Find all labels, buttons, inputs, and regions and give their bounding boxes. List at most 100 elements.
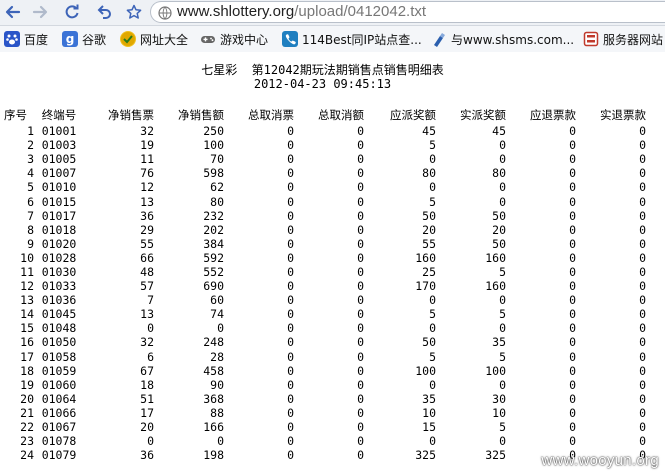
bookmark-baidu[interactable]: 百度 (4, 30, 48, 48)
table-cell: 0 (429, 377, 436, 392)
table-cell: 0 (499, 293, 506, 308)
table-cell: 22 (20, 420, 34, 435)
table-cell: 01036 (41, 293, 77, 308)
table-cell: 0 (357, 222, 364, 237)
table-cell: 0 (357, 420, 364, 435)
table-cell: 368 (203, 391, 224, 406)
table-cell: 0 (287, 166, 294, 181)
bookmark-game-center[interactable]: 游戏中心 (200, 30, 268, 48)
table-cell: 15 (20, 321, 34, 336)
browser-toolbar: www.shlottery.org/upload/0412042.txt (0, 0, 665, 26)
table-cell: 0 (357, 335, 364, 350)
table-cell: 5 (429, 307, 436, 322)
table-cell: 0 (287, 264, 294, 279)
table-cell: 0 (499, 138, 506, 153)
table-cell: 20 (20, 391, 34, 406)
baidu-paw-icon (4, 31, 20, 47)
column-header: 净销售额 (178, 107, 224, 122)
table-cell: 01066 (41, 405, 77, 420)
table-row: 20 01064 51 368 0 0 35 30 0 0 (4, 392, 646, 406)
url-text[interactable]: www.shlottery.org/upload/0412042.txt (177, 3, 426, 20)
table-cell: 0 (217, 321, 224, 336)
table-cell: 50 (492, 208, 506, 223)
back-arrow-icon[interactable] (3, 2, 23, 22)
table-row: 13 01036 7 60 0 0 0 0 0 0 (4, 293, 646, 307)
page-globe-icon (158, 5, 172, 20)
table-cell: 0 (287, 363, 294, 378)
phone-icon (282, 31, 298, 47)
table-cell: 17 (140, 405, 154, 420)
forward-arrow-icon[interactable] (30, 2, 50, 22)
web-directory-icon (120, 31, 136, 47)
table-cell: 0 (499, 152, 506, 167)
table-cell: 0 (569, 236, 576, 251)
table-cell: 0 (357, 250, 364, 265)
table-cell: 19 (140, 138, 154, 153)
table-cell: 76 (140, 166, 154, 181)
bookmark-label: 与www.shsms.com... (451, 32, 575, 47)
table-cell: 0 (639, 166, 646, 181)
table-cell: 90 (210, 377, 224, 392)
table-cell: 0 (357, 208, 364, 223)
table-cell: 198 (203, 448, 224, 463)
table-cell: 0 (287, 377, 294, 392)
table-cell: 0 (287, 138, 294, 153)
table-cell: 0 (357, 349, 364, 364)
table-cell: 10 (492, 405, 506, 420)
favorites-star-icon[interactable] (124, 2, 144, 22)
table-cell: 0 (357, 264, 364, 279)
table-cell: 0 (499, 321, 506, 336)
table-cell: 20 (422, 222, 436, 237)
table-cell: 01020 (41, 236, 77, 251)
bookmark-web-directory[interactable]: 网址大全 (120, 30, 188, 48)
table-cell: 0 (429, 321, 436, 336)
column-header: 序号 (4, 107, 27, 122)
table-cell: 0 (639, 138, 646, 153)
table-cell: 0 (499, 194, 506, 209)
address-bar[interactable]: www.shlottery.org/upload/0412042.txt (150, 1, 665, 23)
table-cell: 11 (140, 152, 154, 167)
table-cell: 0 (569, 208, 576, 223)
table-cell: 0 (569, 152, 576, 167)
bookmark-google[interactable]: g 谷歌 (62, 30, 106, 48)
table-cell: 24 (20, 448, 34, 463)
table-cell: 0 (287, 236, 294, 251)
table-cell: 13 (20, 293, 34, 308)
table-cell: 0 (287, 391, 294, 406)
url-path: /upload/0412042.txt (294, 3, 427, 20)
table-cell: 7 (147, 293, 154, 308)
table-row: 22 01067 20 166 0 0 15 5 0 0 (4, 420, 646, 434)
table-cell: 01017 (41, 208, 77, 223)
refresh-icon[interactable] (62, 2, 82, 22)
bookmark-shsms[interactable]: 与www.shsms.com... (431, 30, 574, 48)
table-cell: 01033 (41, 279, 77, 294)
report-timestamp: 2012-04-23 09:45:13 (253, 77, 392, 91)
table-cell: 0 (499, 180, 506, 195)
table-cell: 0 (357, 363, 364, 378)
bookmark-114best[interactable]: 114Best同IP站点查... (282, 30, 422, 48)
table-cell: 0 (357, 321, 364, 336)
table-cell: 160 (485, 279, 506, 294)
table-cell: 66 (140, 250, 154, 265)
table-cell: 29 (140, 222, 154, 237)
table-cell: 0 (639, 279, 646, 294)
table-cell: 01010 (41, 180, 77, 195)
bookmarks-bar: 百度 g 谷歌 网址大全 游戏中心 114Best同IP站点查... 与www.… (0, 26, 665, 53)
table-cell: 01005 (41, 152, 77, 167)
table-cell: 0 (287, 222, 294, 237)
table-cell: 5 (499, 349, 506, 364)
table-cell: 0 (639, 236, 646, 251)
bookmark-server-site[interactable]: 服务器网站 (583, 30, 663, 48)
table-cell: 0 (639, 208, 646, 223)
table-cell: 16 (20, 335, 34, 350)
table-cell: 32 (140, 335, 154, 350)
undo-close-tab-icon[interactable] (94, 2, 114, 22)
google-g-icon: g (62, 31, 78, 47)
table-cell: 0 (639, 405, 646, 420)
table-row: 7 01017 36 232 0 0 50 50 0 0 (4, 209, 646, 223)
table-cell: 0 (287, 321, 294, 336)
table-cell: 18 (20, 363, 34, 378)
table-cell: 598 (203, 166, 224, 181)
table-cell: 0 (287, 194, 294, 209)
table-cell: 0 (287, 250, 294, 265)
